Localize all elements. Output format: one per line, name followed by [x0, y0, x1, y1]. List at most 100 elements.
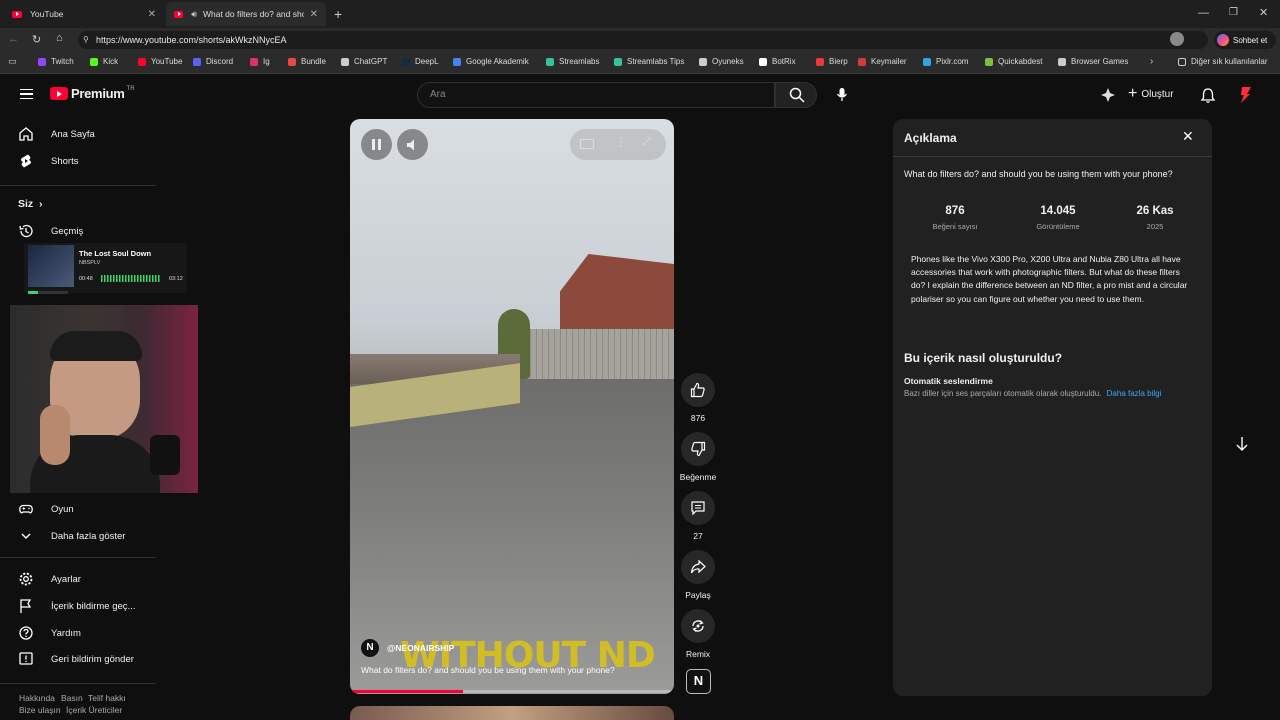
- chevron-down-icon: [21, 533, 31, 539]
- chevron-right-icon[interactable]: ›: [1150, 56, 1153, 67]
- bookmark-label: Streamlabs: [559, 57, 600, 66]
- like-button[interactable]: [681, 373, 715, 407]
- channel-info[interactable]: N @NEONAIRSHIP: [361, 639, 454, 657]
- remix-button[interactable]: [681, 609, 715, 643]
- shorts-video-player[interactable]: ⋮ ⤢ WITHOUT ND N @NEONAIRSHIP What do fi…: [350, 119, 674, 694]
- search-button[interactable]: [775, 82, 817, 108]
- comments-button[interactable]: [681, 491, 715, 525]
- dislike-button[interactable]: [681, 432, 715, 466]
- share-button[interactable]: [681, 550, 715, 584]
- captions-icon[interactable]: [580, 139, 594, 149]
- premium-sparkle-icon[interactable]: [1100, 87, 1116, 103]
- comments-action[interactable]: 27: [681, 491, 715, 541]
- sound-source-avatar[interactable]: N: [686, 669, 711, 694]
- sidebar-item-label: Yardım: [51, 627, 81, 639]
- sidebar-item-help[interactable]: Yardım: [0, 621, 156, 645]
- notifications-bell-icon[interactable]: [1200, 87, 1216, 104]
- chevron-right-icon: ›: [39, 198, 43, 210]
- bookmark-item[interactable]: Bierp: [816, 57, 848, 66]
- video-progress-bar[interactable]: [350, 690, 674, 693]
- bookmark-item[interactable]: Twitch: [38, 57, 74, 66]
- footer-link-creators[interactable]: İçerik Üreticiler: [66, 705, 122, 715]
- bookmark-favicon-icon: [759, 57, 767, 66]
- video-caption[interactable]: What do filters do? and should you be us…: [361, 665, 615, 675]
- learn-more-link[interactable]: Daha fazla bilgi: [1107, 389, 1162, 398]
- back-icon[interactable]: ←: [8, 33, 19, 45]
- search-input[interactable]: Ara: [417, 82, 775, 108]
- bookmark-favicon-icon: [816, 57, 824, 66]
- bookmark-item[interactable]: YouTube: [138, 57, 182, 66]
- sidebar-show-more[interactable]: Daha fazla göster: [0, 524, 156, 548]
- volume-button[interactable]: [397, 129, 428, 160]
- channel-avatar[interactable]: N: [361, 639, 379, 657]
- dislike-action[interactable]: Beğenme: [680, 432, 716, 482]
- bookmark-item[interactable]: Discord: [193, 57, 233, 66]
- footer-link-press[interactable]: Basın: [61, 693, 83, 703]
- more-options-icon[interactable]: ⋮: [615, 135, 627, 149]
- profile-avatar-icon[interactable]: [1170, 32, 1184, 46]
- bookmark-item[interactable]: Google Akademik: [453, 57, 529, 66]
- sidebar-item-gaming[interactable]: Oyun: [0, 497, 156, 521]
- bookmark-item[interactable]: Streamlabs Tips: [614, 57, 684, 66]
- bookmark-item[interactable]: Oyuneks: [699, 57, 744, 66]
- menu-icon[interactable]: [20, 89, 33, 99]
- bookmark-item[interactable]: Pixlr.com: [923, 57, 968, 66]
- pause-button[interactable]: [361, 129, 392, 160]
- video-title: What do filters do? and should you be us…: [904, 169, 1173, 179]
- fullscreen-icon[interactable]: ⤢: [642, 136, 651, 149]
- other-bookmarks[interactable]: Diğer sık kullanılanlar: [1178, 57, 1267, 66]
- maximize-icon[interactable]: ❐: [1229, 7, 1238, 18]
- you-section-header[interactable]: Siz ›: [18, 198, 43, 210]
- bookmark-item[interactable]: Bundle: [288, 57, 326, 66]
- sidebar-item-settings[interactable]: Ayarlar: [0, 567, 156, 591]
- bookmark-item[interactable]: Browser Games: [1058, 57, 1128, 66]
- window-close-icon[interactable]: ✕: [1259, 6, 1268, 19]
- footer-link-copyright[interactable]: Telif hakkı: [88, 693, 126, 703]
- arrow-down-icon[interactable]: [1235, 436, 1249, 452]
- bookmark-item[interactable]: Streamlabs: [546, 57, 599, 66]
- bookmark-item[interactable]: ChatGPT: [341, 57, 387, 66]
- next-short-preview[interactable]: [350, 706, 674, 720]
- minimize-icon[interactable]: —: [1198, 7, 1209, 19]
- tab-youtube[interactable]: YouTube ✕: [4, 2, 164, 26]
- footer-link-contact[interactable]: Bize ulaşın: [19, 705, 61, 715]
- tab-close-icon[interactable]: ✕: [148, 9, 156, 20]
- bookmark-label: Keymailer: [871, 57, 907, 66]
- bookmark-favicon-icon: [923, 57, 931, 66]
- tab-close-icon[interactable]: ✕: [310, 9, 318, 20]
- site-info-icon[interactable]: ⚲: [83, 31, 89, 49]
- remix-action[interactable]: Remix: [681, 609, 715, 659]
- share-action[interactable]: Paylaş: [681, 550, 715, 600]
- account-avatar-icon[interactable]: [1238, 86, 1254, 104]
- youtube-premium-logo[interactable]: Premium TR: [50, 86, 135, 101]
- bookmark-item[interactable]: BotRix: [759, 57, 796, 66]
- channel-handle[interactable]: @NEONAIRSHIP: [387, 643, 454, 653]
- reload-icon[interactable]: ↻: [32, 33, 41, 46]
- sidebar-item-feedback[interactable]: Geri bildirim gönder: [0, 647, 156, 671]
- tab-shorts-video[interactable]: 🔊︎ What do filters do? and shou ✕: [166, 2, 326, 26]
- bookmark-item[interactable]: DeepL: [402, 57, 439, 66]
- sidebar-item-report-history[interactable]: İçerik bildirme geç...: [0, 594, 156, 618]
- bookmark-item[interactable]: Keymailer: [858, 57, 907, 66]
- footer-link-about[interactable]: Hakkında: [19, 693, 55, 703]
- home-icon[interactable]: ⌂: [56, 32, 63, 44]
- stat-value: 14.045: [1040, 205, 1076, 217]
- sidebar-item-label: Shorts: [51, 155, 79, 167]
- create-button[interactable]: + Oluştur: [1128, 86, 1174, 102]
- close-icon[interactable]: ✕: [1182, 128, 1194, 145]
- bookmark-item[interactable]: Kick: [90, 57, 118, 66]
- sidebar-item-history[interactable]: Geçmiş: [0, 219, 156, 243]
- like-action[interactable]: 876: [681, 373, 715, 423]
- voice-search-button[interactable]: [829, 82, 855, 108]
- track-artist: NBSPLV: [79, 260, 101, 266]
- sidebar-item-home[interactable]: Ana Sayfa: [0, 122, 156, 146]
- bookmark-item[interactable]: Ig: [250, 57, 270, 66]
- copilot-chat-button[interactable]: Sohbet et: [1214, 31, 1276, 49]
- apps-icon[interactable]: ▭: [8, 56, 17, 67]
- new-tab-icon[interactable]: +: [334, 6, 342, 22]
- sidebar-item-shorts[interactable]: Shorts: [0, 149, 156, 173]
- youtube-favicon-icon: [12, 10, 22, 18]
- url-field[interactable]: ⚲ https://www.youtube.com/shorts/akWkzNN…: [78, 31, 1208, 49]
- bookmark-item[interactable]: Quickabdest: [985, 57, 1042, 66]
- bookmark-label: Browser Games: [1071, 57, 1129, 66]
